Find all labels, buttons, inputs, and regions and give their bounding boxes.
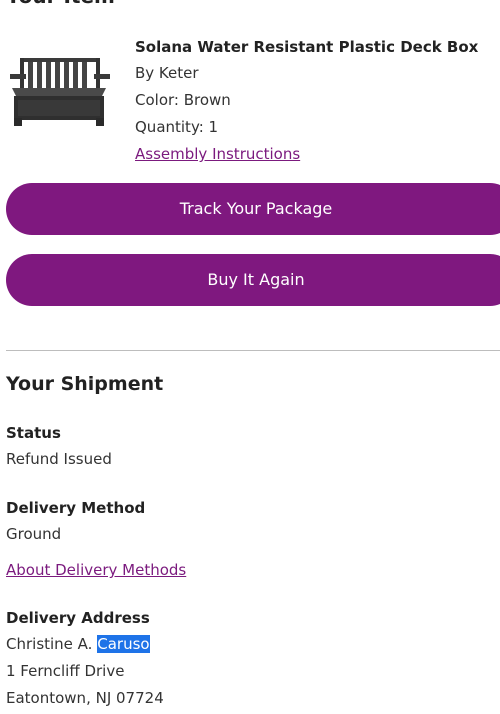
order-item: Solana Water Resistant Plastic Deck Box …: [0, 30, 500, 170]
delivery-method-value: Ground: [6, 525, 62, 543]
item-title[interactable]: Solana Water Resistant Plastic Deck Box: [135, 37, 495, 63]
item-brand: By Keter: [135, 64, 199, 82]
section-divider: [6, 350, 500, 351]
your-item-heading: Your Item: [6, 0, 115, 8]
item-color: Color: Brown: [135, 91, 231, 109]
delivery-method-label: Delivery Method: [6, 499, 146, 517]
item-details: Solana Water Resistant Plastic Deck Box …: [135, 37, 495, 171]
status-label: Status: [6, 424, 61, 442]
buy-again-label: Buy It Again: [207, 270, 305, 289]
assembly-instructions-link[interactable]: Assembly Instructions: [135, 145, 300, 163]
recipient-name: Christine A. Caruso: [6, 635, 150, 653]
track-package-button[interactable]: Track Your Package: [6, 183, 500, 235]
address-city: Eatontown, NJ 07724: [6, 689, 164, 707]
delivery-address-label: Delivery Address: [6, 609, 150, 627]
recipient-last-name-selected[interactable]: Caruso: [97, 635, 150, 653]
assembly-instructions-row: Assembly Instructions: [135, 144, 495, 171]
about-delivery-methods-link[interactable]: About Delivery Methods: [6, 561, 186, 579]
deck-box-image[interactable]: [8, 52, 110, 128]
item-quantity: Quantity: 1: [135, 118, 219, 136]
status-value: Refund Issued: [6, 450, 112, 468]
order-details-page: Your Item Solana Water Resi: [0, 0, 500, 714]
track-package-label: Track Your Package: [179, 199, 333, 218]
your-shipment-heading: Your Shipment: [6, 373, 164, 395]
buy-again-button[interactable]: Buy It Again: [6, 254, 500, 306]
about-delivery-row: About Delivery Methods: [6, 561, 186, 579]
address-street: 1 Ferncliff Drive: [6, 662, 125, 680]
recipient-first-name: Christine A.: [6, 635, 93, 653]
